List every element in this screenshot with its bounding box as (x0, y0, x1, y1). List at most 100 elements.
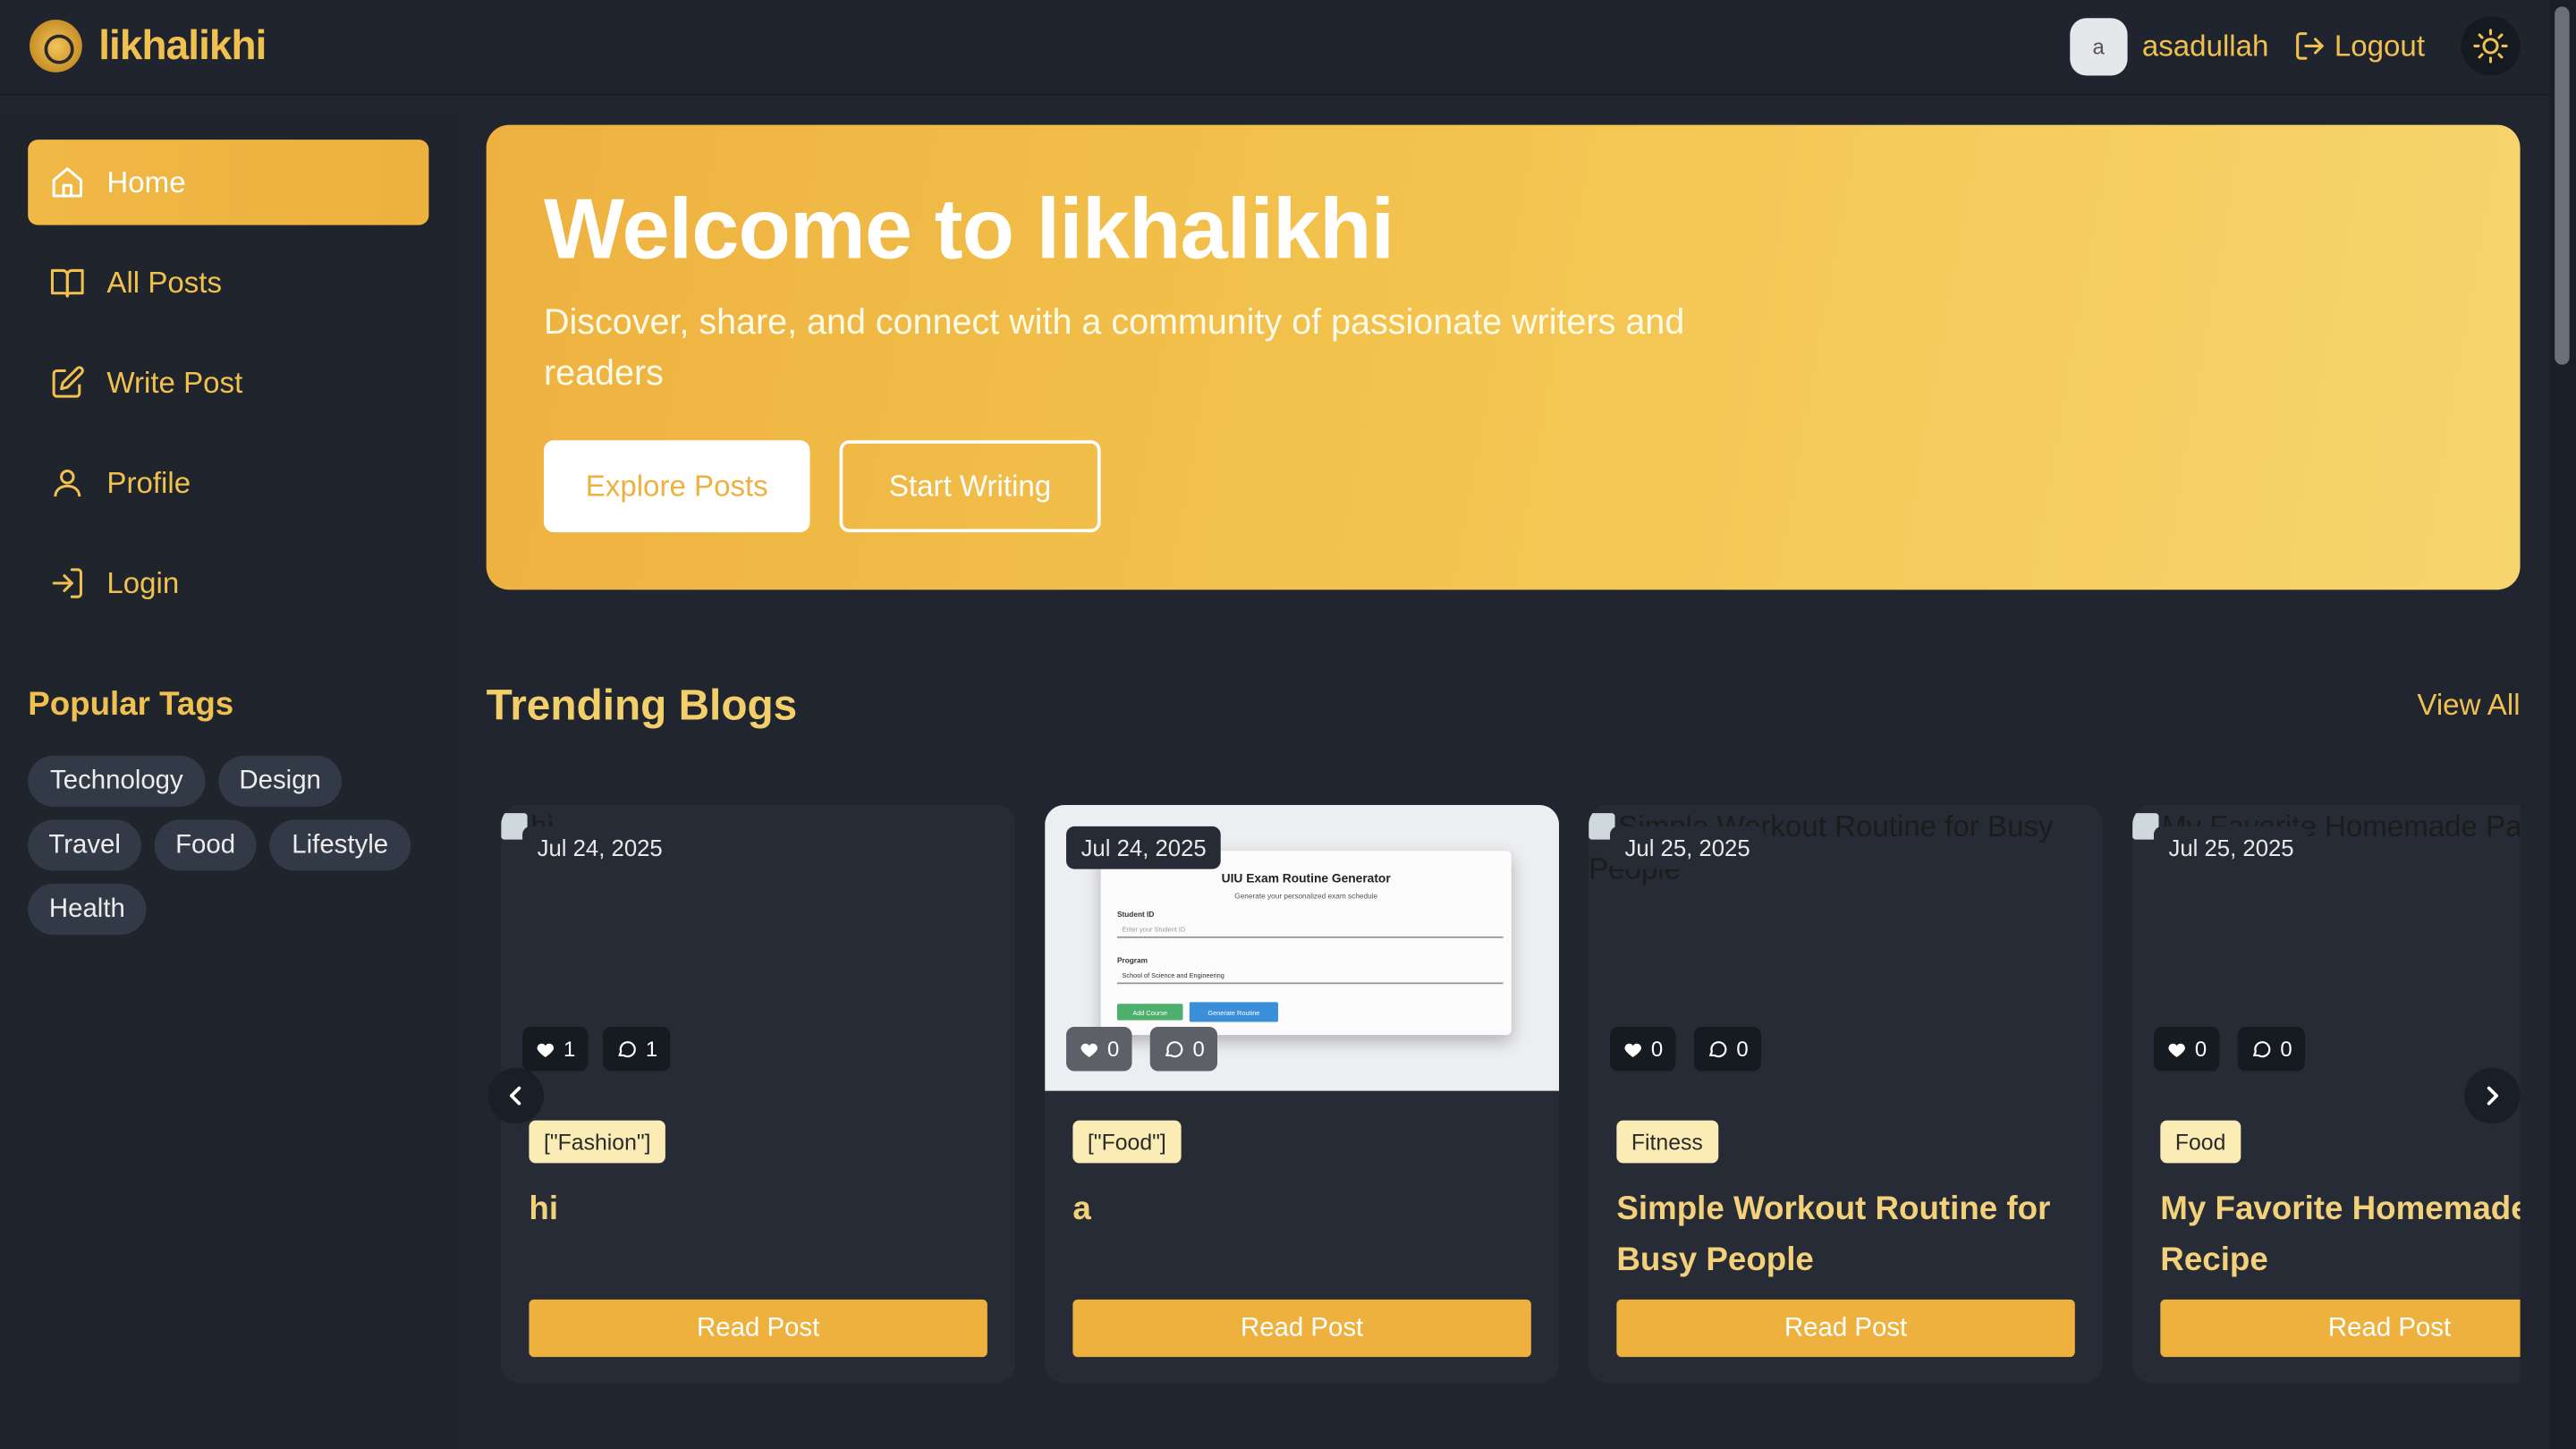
category-badge: Food (2160, 1120, 2241, 1164)
tag-health[interactable]: Health (28, 884, 147, 936)
screenshot-generate-button: Generate Routine (1189, 1002, 1278, 1022)
start-writing-button[interactable]: Start Writing (839, 440, 1101, 533)
likes-count: 1 (564, 1036, 576, 1062)
tag-design[interactable]: Design (218, 755, 343, 807)
post-card[interactable]: UIU Exam Routine Generator Generate your… (1045, 805, 1560, 1384)
sidebar-item-all-posts[interactable]: All Posts (28, 240, 428, 326)
post-image-screenshot: UIU Exam Routine Generator Generate your… (1100, 851, 1512, 1036)
logout-label: Logout (2334, 29, 2426, 62)
post-card[interactable]: My Favorite Homemade Pasta Jul 25, 2025 … (2132, 805, 2521, 1384)
hero-subtitle: Discover, share, and connect with a comm… (543, 301, 1685, 393)
category-badge: ["Fashion"] (529, 1120, 666, 1164)
category-badge: Fitness (1616, 1120, 1718, 1164)
heart-icon (537, 1042, 555, 1057)
post-card[interactable]: Simple Workout Routine for Busy People J… (1589, 805, 2104, 1384)
read-post-button[interactable]: Read Post (2160, 1299, 2521, 1358)
sidebar-item-write-post[interactable]: Write Post (28, 340, 428, 426)
hero-title: Welcome to likhalikhi (543, 182, 1394, 278)
heart-icon (1080, 1042, 1098, 1057)
post-date: Jul 24, 2025 (1066, 826, 1222, 869)
comment-icon (618, 1041, 636, 1058)
trending-title: Trending Blogs (486, 680, 798, 730)
likes-badge[interactable]: 0 (1610, 1026, 1676, 1072)
sidebar-item-label: Write Post (106, 365, 243, 399)
scrollbar-thumb[interactable] (2555, 6, 2570, 365)
post-image: UIU Exam Routine Generator Generate your… (1045, 805, 1560, 1091)
comment-icon (1165, 1041, 1183, 1058)
logout-icon (2296, 32, 2324, 60)
read-post-button[interactable]: Read Post (1072, 1299, 1531, 1358)
explore-posts-button[interactable]: Explore Posts (543, 440, 810, 533)
book-icon (49, 265, 85, 301)
tag-food[interactable]: Food (154, 819, 257, 871)
post-date: Jul 25, 2025 (1610, 826, 1766, 869)
screenshot-sub: Generate your personalized exam schedule (1234, 892, 1378, 901)
post-title[interactable]: a (1072, 1184, 1549, 1235)
chevron-left-icon (510, 1086, 521, 1106)
screenshot-add-button: Add Course (1116, 1004, 1183, 1021)
edit-icon (49, 365, 85, 401)
tag-travel[interactable]: Travel (28, 819, 141, 871)
read-post-button[interactable]: Read Post (529, 1299, 987, 1358)
sidebar-item-profile[interactable]: Profile (28, 440, 428, 526)
post-image: Simple Workout Routine for Busy People J… (1589, 805, 2104, 1091)
comments-count: 1 (645, 1036, 658, 1062)
comments-badge[interactable]: 0 (2237, 1026, 2306, 1072)
avatar[interactable]: a (2070, 17, 2128, 75)
tag-lifestyle[interactable]: Lifestyle (269, 819, 411, 871)
user-area: a asadullah Logout (2070, 16, 2521, 76)
post-image: hi Jul 24, 2025 1 1 (501, 805, 1016, 1091)
post-date: Jul 25, 2025 (2153, 826, 2309, 869)
heart-icon (2168, 1042, 2185, 1057)
likes-count: 0 (1106, 1036, 1120, 1062)
app-root: likhalikhi a asadullah Logout Home All P… (0, 0, 2576, 1449)
post-card[interactable]: hi Jul 24, 2025 1 1 ["Fashion"] hi Read … (501, 805, 1016, 1384)
hero-banner: Welcome to likhalikhi Discover, share, a… (486, 124, 2521, 590)
screenshot-heading: UIU Exam Routine Generator (1221, 870, 1391, 886)
theme-toggle-button[interactable] (2461, 16, 2521, 76)
read-post-button[interactable]: Read Post (1616, 1299, 2075, 1358)
post-title[interactable]: hi (529, 1184, 1005, 1235)
sidebar: Home All Posts Write Post Profile Login … (0, 110, 459, 1449)
comments-count: 0 (1736, 1036, 1749, 1062)
likes-count: 0 (1650, 1036, 1664, 1062)
sidebar-item-label: Profile (106, 465, 191, 499)
post-title[interactable]: My Favorite Homemade Recipe (2160, 1184, 2520, 1286)
sidebar-item-home[interactable]: Home (28, 140, 429, 225)
heart-icon (1624, 1042, 1641, 1057)
comments-count: 0 (1192, 1036, 1205, 1062)
comments-badge[interactable]: 1 (603, 1026, 671, 1072)
sidebar-item-label: Login (106, 565, 180, 599)
comments-badge[interactable]: 0 (1149, 1026, 1218, 1072)
screenshot-student-field: Enter your Student ID (1116, 923, 1504, 938)
screenshot-program-field: School of Science and Engineering (1116, 970, 1504, 985)
sidebar-item-label: All Posts (106, 265, 223, 299)
login-icon (49, 565, 85, 601)
comments-count: 0 (2280, 1036, 2292, 1062)
user-icon (49, 465, 85, 501)
likes-badge[interactable]: 0 (1066, 1026, 1132, 1072)
logo-icon (30, 20, 82, 72)
likes-badge[interactable]: 0 (2153, 1026, 2220, 1072)
likes-badge[interactable]: 1 (522, 1026, 589, 1072)
username[interactable]: asadullah (2142, 29, 2269, 64)
trending-carousel: hi Jul 24, 2025 1 1 ["Fashion"] hi Read … (487, 801, 2521, 1393)
screenshot-student-label: Student ID (1116, 910, 1155, 919)
carousel-next-button[interactable] (2464, 1067, 2521, 1124)
brand[interactable]: likhalikhi (30, 20, 267, 72)
tag-technology[interactable]: Technology (28, 755, 206, 807)
view-all-link[interactable]: View All (2417, 689, 2520, 724)
logout-button[interactable]: Logout (2293, 29, 2425, 64)
comment-icon (2252, 1041, 2271, 1058)
popular-tags-title: Popular Tags (28, 686, 234, 724)
carousel-prev-button[interactable] (487, 1067, 544, 1124)
category-badge: ["Food"] (1072, 1120, 1182, 1164)
sidebar-item-login[interactable]: Login (28, 540, 428, 626)
sun-icon (2473, 29, 2508, 64)
comments-badge[interactable]: 0 (1693, 1026, 1762, 1072)
brand-name: likhalikhi (98, 21, 267, 69)
likes-count: 0 (2194, 1036, 2207, 1062)
home-icon (49, 165, 85, 200)
chevron-right-icon (2487, 1086, 2499, 1106)
post-title[interactable]: Simple Workout Routine for Busy People (1616, 1184, 2093, 1286)
